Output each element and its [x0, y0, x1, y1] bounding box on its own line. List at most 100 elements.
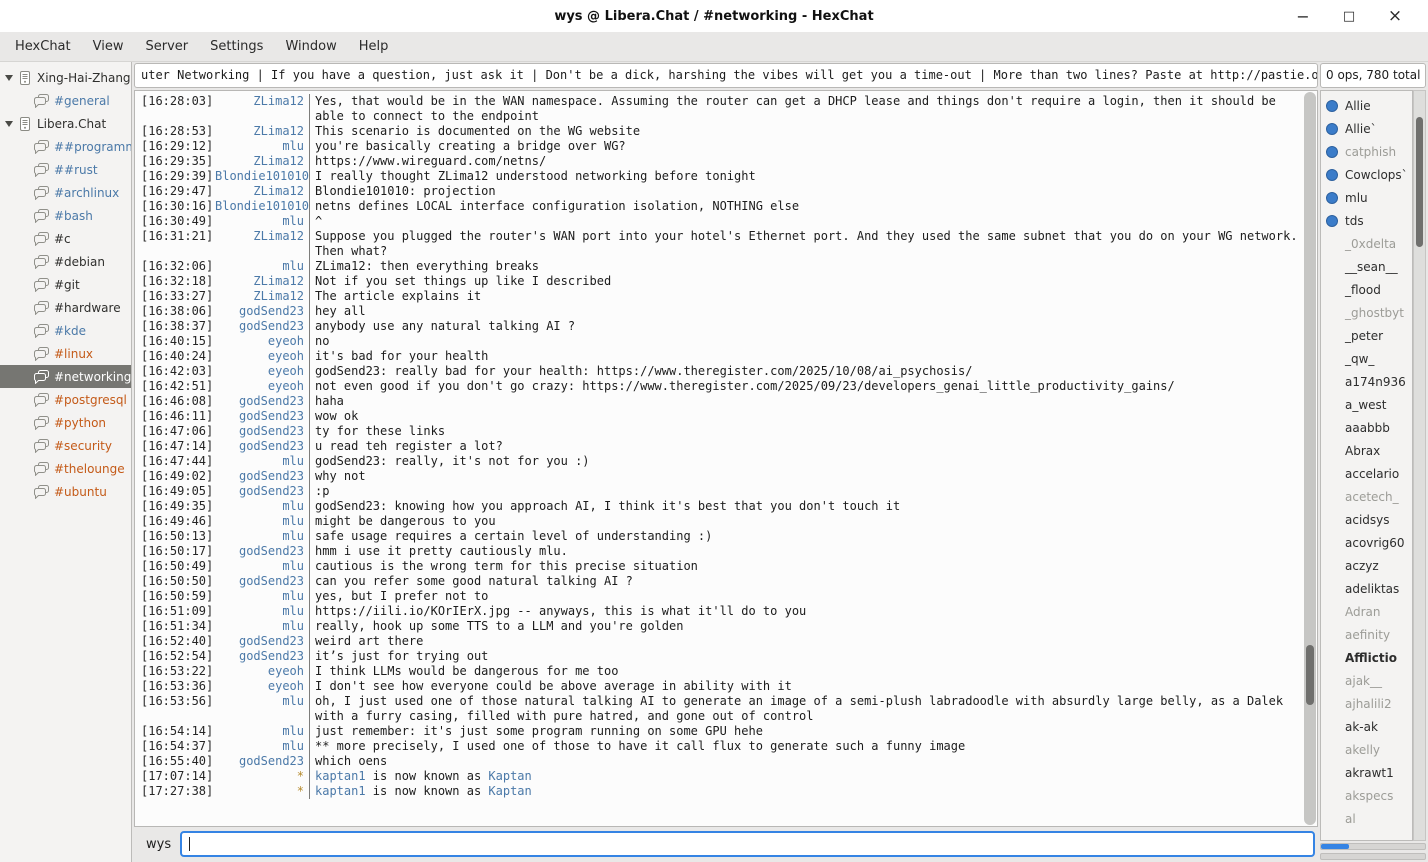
user-item[interactable]: acidsys — [1321, 508, 1412, 531]
user-name: Allie — [1345, 99, 1371, 113]
tree-channel-archlinux[interactable]: #archlinux — [0, 181, 131, 204]
topic-input[interactable]: uter Networking | If you have a question… — [134, 63, 1318, 88]
tree-channel-git[interactable]: #git — [0, 273, 131, 296]
user-item[interactable]: ajhalili2 — [1321, 692, 1412, 715]
user-name: akelly — [1345, 743, 1380, 757]
chat-scrollbar-thumb[interactable] — [1306, 645, 1314, 705]
user-item[interactable]: akelly — [1321, 738, 1412, 761]
user-item[interactable]: ak-ak — [1321, 715, 1412, 738]
chat-text-segment: Kaptan — [488, 769, 531, 783]
expander-icon[interactable] — [5, 75, 13, 81]
tree-channel-general[interactable]: #general — [0, 89, 131, 112]
user-item[interactable]: aefinity — [1321, 623, 1412, 646]
user-item[interactable]: accelario — [1321, 462, 1412, 485]
user-item[interactable]: al — [1321, 807, 1412, 830]
user-name: akrawt1 — [1345, 766, 1394, 780]
user-item[interactable]: ajak__ — [1321, 669, 1412, 692]
channel-icon — [33, 347, 49, 361]
user-item[interactable]: akrawt1 — [1321, 761, 1412, 784]
chat-scrollbar[interactable] — [1304, 92, 1316, 825]
user-item[interactable]: _flood — [1321, 278, 1412, 301]
tree-channel-bash[interactable]: #bash — [0, 204, 131, 227]
chat-text: Yes, that would be in the WAN namespace.… — [309, 94, 1303, 124]
close-icon[interactable]: × — [1372, 6, 1418, 26]
user-name: adeliktas — [1345, 582, 1399, 596]
chat-nick: godSend23 — [215, 754, 309, 769]
tree-channel-hardware[interactable]: #hardware — [0, 296, 131, 319]
user-item[interactable]: acetech_ — [1321, 485, 1412, 508]
user-item[interactable]: aaabbb — [1321, 416, 1412, 439]
menu-item-hexchat[interactable]: HexChat — [4, 34, 82, 59]
user-item[interactable]: _qw_ — [1321, 347, 1412, 370]
chat-text: I don't see how everyone could be above … — [309, 679, 1303, 694]
minimize-icon[interactable]: − — [1280, 7, 1326, 26]
chat-text: anybody use any natural talking AI ? — [309, 319, 1303, 334]
tree-channel-security[interactable]: #security — [0, 434, 131, 457]
menu-item-window[interactable]: Window — [274, 34, 347, 59]
chat-text: kaptan1 is now known as Kaptan — [309, 784, 1303, 799]
op-dot-icon — [1326, 169, 1338, 181]
message-input[interactable] — [180, 831, 1315, 857]
user-item[interactable]: _peter — [1321, 324, 1412, 347]
user-item[interactable]: Abrax — [1321, 439, 1412, 462]
user-name: accelario — [1345, 467, 1399, 481]
user-item[interactable]: acovrig60 — [1321, 531, 1412, 554]
chat-line: [16:42:51]eyeohnot even good if you don'… — [141, 379, 1303, 394]
chat-text: ** more precisely, I used one of those t… — [309, 739, 1303, 754]
chat-nick: mlu — [215, 694, 309, 709]
chat-text: hey all — [309, 304, 1303, 319]
user-item[interactable]: _ghostbyt — [1321, 301, 1412, 324]
tree-channel-linux[interactable]: #linux — [0, 342, 131, 365]
topic-row: uter Networking | If you have a question… — [134, 62, 1318, 90]
user-item[interactable]: Cowclops` — [1321, 163, 1412, 186]
tree-server-libera.chat[interactable]: Libera.Chat — [0, 112, 131, 135]
tree-channel-debian[interactable]: #debian — [0, 250, 131, 273]
expander-icon[interactable] — [5, 121, 13, 127]
chat-nick: godSend23 — [215, 424, 309, 439]
user-item[interactable]: tds — [1321, 209, 1412, 232]
tree-channel-postgresql[interactable]: #postgresql — [0, 388, 131, 411]
user-list-scrollbar[interactable] — [1413, 90, 1426, 841]
menu-item-help[interactable]: Help — [348, 34, 400, 59]
user-item[interactable]: a_west — [1321, 393, 1412, 416]
user-item[interactable]: a174n936 — [1321, 370, 1412, 393]
user-item[interactable]: Afflictio — [1321, 646, 1412, 669]
tree-channel-programming[interactable]: ##programming — [0, 135, 131, 158]
chat-text: it’s just for trying out — [309, 649, 1303, 664]
user-name: aczyz — [1345, 559, 1379, 573]
user-item[interactable]: akspecs — [1321, 784, 1412, 807]
user-item[interactable]: aczyz — [1321, 554, 1412, 577]
user-item[interactable]: Allie — [1321, 94, 1412, 117]
user-item[interactable]: catphish — [1321, 140, 1412, 163]
chat-text: might be dangerous to you — [309, 514, 1303, 529]
chat-timestamp: [16:53:36] — [141, 679, 215, 694]
channel-icon — [33, 278, 49, 292]
chat-text: can you refer some good natural talking … — [309, 574, 1303, 589]
tree-channel-ubuntu[interactable]: #ubuntu — [0, 480, 131, 503]
chat-text: godSend23: really bad for your health: h… — [309, 364, 1303, 379]
no-op-spacer — [1326, 652, 1338, 664]
user-item[interactable]: __sean__ — [1321, 255, 1412, 278]
maximize-icon[interactable]: □ — [1326, 9, 1372, 24]
user-item[interactable]: Adran — [1321, 600, 1412, 623]
chat-line: [16:53:36]eyeohI don't see how everyone … — [141, 679, 1303, 694]
user-item[interactable]: Allie` — [1321, 117, 1412, 140]
tree-channel-thelounge[interactable]: #thelounge — [0, 457, 131, 480]
tree-channel-c[interactable]: #c — [0, 227, 131, 250]
tree-channel-networking[interactable]: #networking — [0, 365, 131, 388]
chat-nick: ZLima12 — [215, 94, 309, 109]
tree-server-xing-hai-zhang[interactable]: Xing-Hai-Zhang — [0, 66, 131, 89]
menu-item-view[interactable]: View — [82, 34, 135, 59]
user-item[interactable]: adeliktas — [1321, 577, 1412, 600]
tree-channel-kde[interactable]: #kde — [0, 319, 131, 342]
tree-channel-python[interactable]: #python — [0, 411, 131, 434]
menu-item-settings[interactable]: Settings — [199, 34, 274, 59]
menu-item-server[interactable]: Server — [134, 34, 199, 59]
user-item[interactable]: mlu — [1321, 186, 1412, 209]
chat-timestamp: [16:38:37] — [141, 319, 215, 334]
user-item[interactable]: _0xdelta — [1321, 232, 1412, 255]
chat-nick: mlu — [215, 454, 309, 469]
tree-channel-rust[interactable]: ##rust — [0, 158, 131, 181]
user-list-scrollbar-thumb[interactable] — [1416, 117, 1423, 247]
chat-text: weird art there — [309, 634, 1303, 649]
